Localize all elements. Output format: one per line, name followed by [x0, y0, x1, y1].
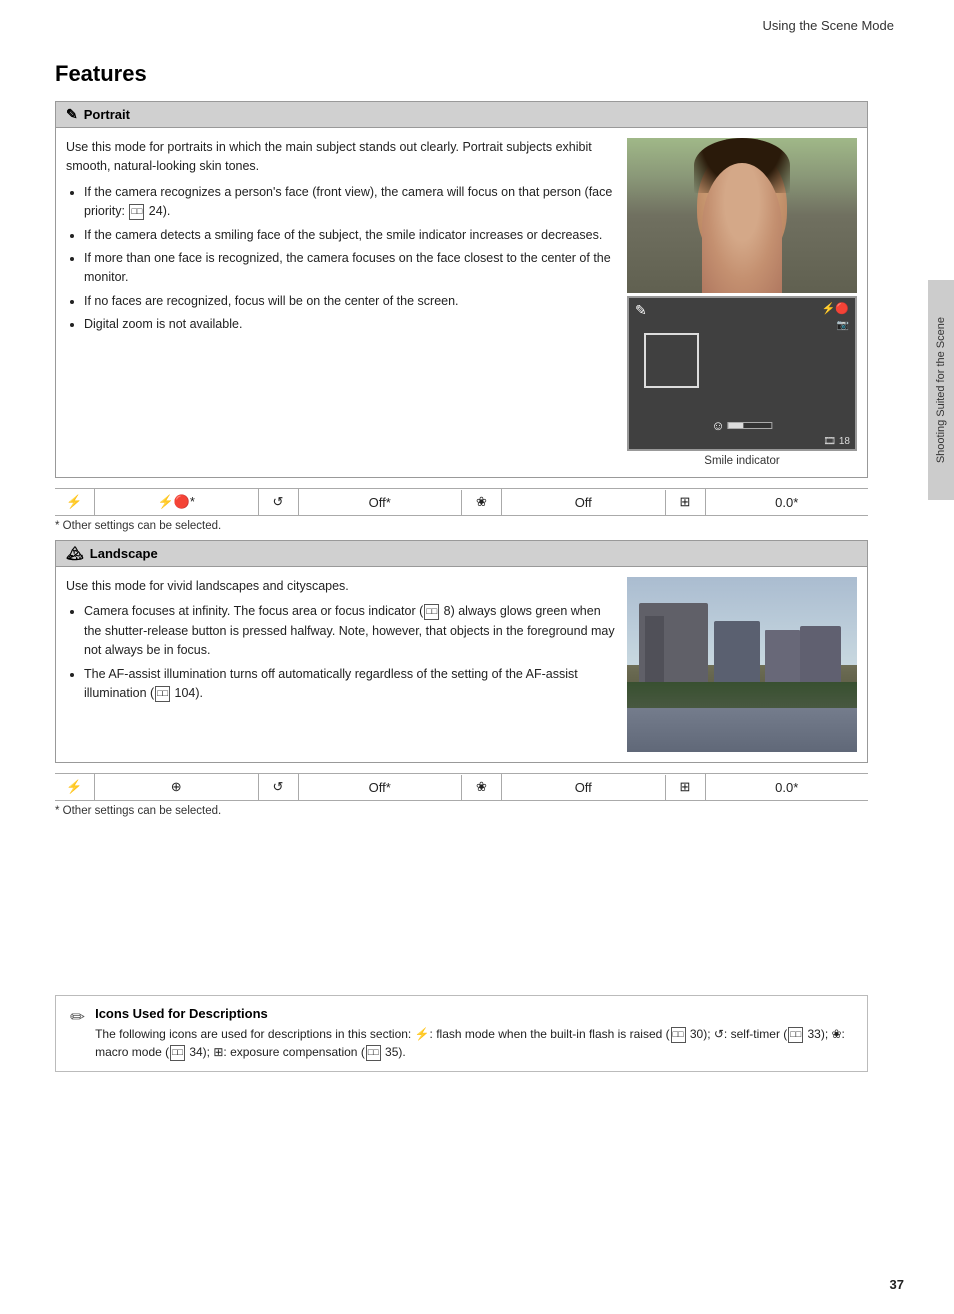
sidebar-tab: Shooting Suited for the Scene: [928, 280, 954, 500]
landscape-macro-icon-cell: ❀: [462, 774, 502, 800]
landscape-section: 🏔 Landscape Use this mode for vivid land…: [55, 540, 868, 763]
sidebar-tab-label: Shooting Suited for the Scene: [935, 317, 947, 463]
portrait-macro-icon-cell: ❀: [462, 489, 502, 515]
portrait-bullet-1: If the camera recognizes a person's face…: [84, 183, 615, 222]
landscape-settings-note: * Other settings can be selected.: [55, 805, 868, 817]
portrait-exp-val-cell: 0.0*: [706, 490, 869, 515]
page-title: Features: [55, 61, 868, 87]
portrait-settings-note: * Other settings can be selected.: [55, 520, 868, 532]
portrait-text: Use this mode for portraits in which the…: [66, 138, 615, 467]
landscape-header: 🏔 Landscape: [56, 541, 867, 567]
landscape-title: Landscape: [90, 546, 158, 561]
smile-fill: [729, 423, 744, 428]
landscape-bullets: Camera focuses at infinity. The focus ar…: [84, 602, 615, 703]
portrait-timer-icon-cell: ↺: [259, 489, 299, 515]
landscape-image-area: [627, 577, 857, 752]
page-number: 37: [890, 1277, 904, 1292]
landscape-bullet-1: Camera focuses at infinity. The focus ar…: [84, 602, 615, 660]
landscape-bullet-2: The AF-assist illumination turns off aut…: [84, 665, 615, 704]
landscape-icon: 🏔: [66, 545, 84, 562]
portrait-bullet-2: If the camera detects a smiling face of …: [84, 226, 615, 245]
smile-icon: ☺: [711, 418, 724, 433]
portrait-timer-val-cell: Off*: [299, 490, 463, 515]
portrait-flash-val-cell: ⚡🔴*: [95, 489, 259, 515]
header-title: Using the Scene Mode: [762, 18, 894, 33]
note-content: Icons Used for Descriptions The followin…: [95, 1006, 853, 1061]
page-header: Using the Scene Mode: [0, 0, 954, 41]
note-title: Icons Used for Descriptions: [95, 1006, 853, 1021]
portrait-settings-row: ⚡ ⚡🔴* ↺ Off* ❀ Off ⊞ 0.0*: [55, 488, 868, 516]
smile-label: Smile indicator: [627, 455, 857, 467]
portrait-macro-val-cell: Off: [502, 490, 666, 515]
landscape-settings-row: ⚡ ⊕ ↺ Off* ❀ Off ⊞ 0.0*: [55, 773, 868, 801]
landscape-body: Use this mode for vivid landscapes and c…: [66, 577, 615, 596]
portrait-body: Use this mode for portraits in which the…: [66, 138, 615, 177]
landscape-macro-val-cell: Off: [502, 775, 666, 800]
landscape-exp-val-cell: 0.0*: [706, 775, 869, 800]
portrait-section: ✎ Portrait Use this mode for portraits i…: [55, 101, 868, 478]
portrait-exp-icon-cell: ⊞: [666, 489, 706, 515]
landscape-flash-icon-cell: ⚡: [55, 774, 95, 800]
landscape-timer-val-cell: Off*: [299, 775, 463, 800]
camera-screen: ✎ ⚡🔴 📷 ☺ 🎞 18: [627, 296, 857, 451]
camera-mode-icon: 📷: [837, 320, 849, 331]
portrait-bullets: If the camera recognizes a person's face…: [84, 183, 615, 335]
landscape-text: Use this mode for vivid landscapes and c…: [66, 577, 615, 752]
frame-counter: 🎞 18: [823, 436, 850, 447]
main-content: Features ✎ Portrait Use this mode for po…: [0, 41, 928, 1092]
camera-portrait-icon: ✎: [635, 302, 647, 319]
camera-flash-icon: ⚡🔴: [822, 302, 849, 315]
portrait-header: ✎ Portrait: [56, 102, 867, 128]
landscape-exp-icon-cell: ⊞: [666, 774, 706, 800]
smile-bar: [728, 422, 773, 429]
spacer: [55, 825, 868, 965]
landscape-photo: [627, 577, 857, 752]
portrait-bullet-5: Digital zoom is not available.: [84, 315, 615, 334]
landscape-timer-icon-cell: ↺: [259, 774, 299, 800]
note-icon: ✏: [70, 1007, 85, 1028]
bottom-note: ✏ Icons Used for Descriptions The follow…: [55, 995, 868, 1072]
portrait-icon: ✎: [66, 106, 78, 123]
portrait-content: Use this mode for portraits in which the…: [56, 128, 867, 477]
landscape-flash-val-cell: ⊕: [95, 774, 259, 800]
portrait-image-area: ✎ ⚡🔴 📷 ☺ 🎞 18 Smile indicat: [627, 138, 857, 467]
portrait-bullet-4: If no faces are recognized, focus will b…: [84, 292, 615, 311]
page: Using the Scene Mode Shooting Suited for…: [0, 0, 954, 1314]
portrait-flash-icon-cell: ⚡: [55, 489, 95, 515]
portrait-bullet-3: If more than one face is recognized, the…: [84, 249, 615, 288]
landscape-content: Use this mode for vivid landscapes and c…: [56, 567, 867, 762]
portrait-photo: [627, 138, 857, 293]
portrait-title: Portrait: [84, 107, 130, 122]
note-text: The following icons are used for descrip…: [95, 1025, 853, 1061]
focus-indicator: [644, 333, 699, 388]
